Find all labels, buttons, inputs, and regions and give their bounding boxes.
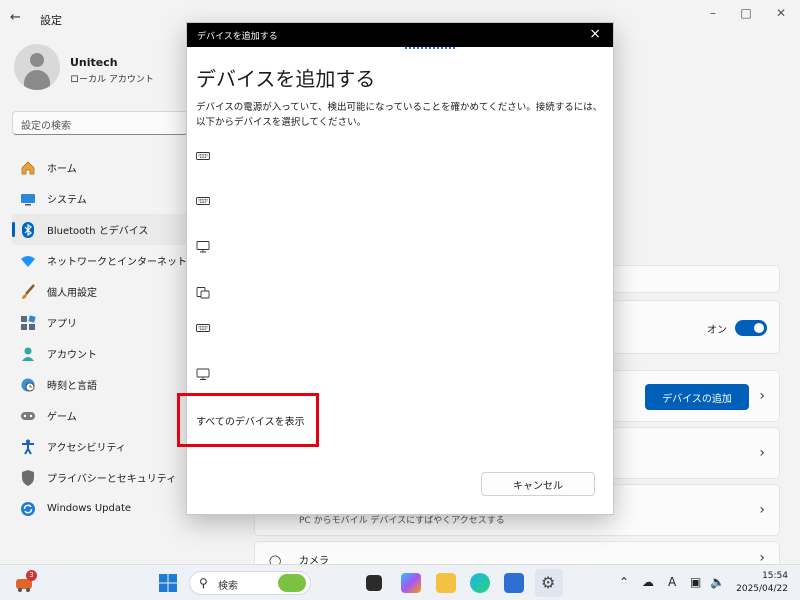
- clock-date: 2025/04/22: [736, 584, 788, 594]
- dialog-title: デバイスを追加する: [197, 32, 278, 42]
- weather-widget-icon[interactable]: 3: [14, 570, 37, 593]
- sidebar-item-apps[interactable]: アプリ: [12, 307, 188, 338]
- back-arrow-icon[interactable]: ←: [10, 10, 26, 26]
- keyboard-icon[interactable]: [196, 196, 210, 206]
- system-icon: [20, 191, 36, 207]
- sidebar-item-label: 個人用設定: [47, 288, 97, 299]
- settings-search-input[interactable]: 設定の検索: [12, 111, 188, 135]
- minimize-button[interactable]: –: [703, 6, 723, 22]
- sidebar-item-system[interactable]: システム: [12, 183, 188, 214]
- highlight-box: [177, 393, 319, 447]
- home-icon: [20, 160, 36, 176]
- bluetooth-icon: [20, 221, 36, 238]
- taskbar-search-label: 検索: [218, 581, 238, 592]
- keyboard-icon[interactable]: [196, 151, 210, 161]
- profile-account-type: ローカル アカウント: [70, 75, 154, 85]
- search-highlight-icon: [278, 574, 306, 592]
- sidebar-item-accessibility[interactable]: アクセシビリティ: [12, 431, 188, 462]
- edge-icon[interactable]: [470, 573, 490, 593]
- devices-icon[interactable]: [196, 287, 210, 299]
- sidebar-item-time-language[interactable]: 時刻と言語: [12, 369, 188, 400]
- globe-icon: [20, 377, 36, 393]
- monitor-icon[interactable]: [196, 241, 210, 253]
- sidebar-item-label: システム: [47, 195, 87, 206]
- taskbar-search[interactable]: ⚲ 検索: [189, 571, 311, 595]
- store-icon[interactable]: [504, 573, 524, 593]
- add-device-button[interactable]: デバイスの追加: [645, 384, 749, 410]
- gamepad-icon: [20, 408, 36, 424]
- clock-time: 15:54: [762, 571, 788, 581]
- dialog-heading: デバイスを追加する: [196, 67, 376, 91]
- sidebar-item-label: アクセシビリティ: [47, 443, 126, 454]
- search-icon: ⚲: [199, 576, 208, 590]
- volume-icon[interactable]: 🔈: [710, 575, 725, 589]
- brush-icon: [20, 283, 36, 300]
- sidebar-item-home[interactable]: ホーム: [12, 152, 188, 183]
- gear-icon: ⚙: [541, 573, 556, 592]
- dialog-description: デバイスの電源が入っていて、検出可能になっていることを確かめてください。接続する…: [196, 102, 603, 128]
- settings-taskbar-icon[interactable]: ⚙: [535, 569, 563, 597]
- sidebar-item-label: プライバシーとセキュリティ: [47, 474, 177, 485]
- sidebar-item-label: 時刻と言語: [47, 381, 97, 392]
- sidebar-item-label: アカウント: [47, 350, 97, 361]
- update-icon: [20, 501, 36, 517]
- apps-icon: [20, 314, 36, 331]
- avatar[interactable]: [14, 44, 60, 90]
- close-button[interactable]: ✕: [771, 6, 791, 22]
- notification-badge: 3: [26, 570, 37, 581]
- dialog-close-icon[interactable]: ×: [589, 26, 601, 42]
- sidebar-item-network[interactable]: ネットワークとインターネット: [12, 245, 188, 276]
- sidebar-item-label: Windows Update: [47, 503, 132, 514]
- network-icon[interactable]: ☁: [642, 575, 654, 589]
- sidebar-item-label: ホーム: [47, 164, 77, 175]
- active-indicator: [12, 222, 15, 237]
- task-view-icon[interactable]: [366, 575, 382, 591]
- chevron-right-icon: ›: [759, 502, 765, 518]
- profile-name: Unitech: [70, 56, 118, 69]
- sidebar-item-label: ネットワークとインターネット: [47, 257, 187, 268]
- wifi-icon: [20, 253, 36, 269]
- keyboard-icon[interactable]: [196, 323, 210, 333]
- account-icon: [20, 346, 36, 362]
- ime-icon[interactable]: A: [668, 575, 676, 589]
- chevron-right-icon: ›: [759, 388, 765, 404]
- shield-icon: [20, 469, 36, 486]
- sidebar-item-label: Bluetooth とデバイス: [47, 226, 149, 237]
- maximize-button[interactable]: □: [736, 6, 756, 22]
- sidebar-item-accounts[interactable]: アカウント: [12, 338, 188, 369]
- sidebar-item-label: ゲーム: [47, 412, 77, 423]
- clock[interactable]: 15:54 2025/04/22: [736, 570, 788, 596]
- taskbar: 3 ⚲ 検索 ⚙ ⌃ ☁ A ▣ 🔈 15:54 2025/04/22: [0, 564, 800, 600]
- dialog-title-bar: デバイスを追加する ×: [187, 23, 613, 47]
- add-device-dialog: デバイスを追加する × デバイスを追加する デバイスの電源が入っていて、検出可能…: [177, 22, 614, 515]
- copilot-icon[interactable]: [401, 573, 421, 593]
- bluetooth-toggle[interactable]: [735, 320, 767, 336]
- sidebar-item-bluetooth[interactable]: Bluetooth とデバイス: [12, 214, 188, 245]
- start-icon[interactable]: [158, 573, 178, 593]
- sidebar-nav: ホーム システム Bluetooth とデバイス ネットワークとインターネット …: [12, 152, 188, 524]
- loading-dots: [405, 47, 455, 50]
- file-explorer-icon[interactable]: [436, 573, 456, 593]
- monitor-icon[interactable]: [196, 368, 210, 381]
- display-icon[interactable]: ▣: [690, 575, 701, 589]
- bluetooth-toggle-label: オン: [707, 325, 727, 336]
- sidebar-item-label: アプリ: [47, 319, 77, 330]
- sidebar-item-windows-update[interactable]: Windows Update: [12, 493, 188, 524]
- app-title: 設定: [40, 14, 62, 27]
- cancel-button[interactable]: キャンセル: [481, 472, 595, 496]
- sidebar-item-personalization[interactable]: 個人用設定: [12, 276, 188, 307]
- chevron-up-icon[interactable]: ⌃: [619, 575, 629, 589]
- accessibility-icon: [20, 439, 36, 455]
- sidebar-item-privacy[interactable]: プライバシーとセキュリティ: [12, 462, 188, 493]
- chevron-right-icon: ›: [759, 445, 765, 461]
- sidebar-item-gaming[interactable]: ゲーム: [12, 400, 188, 431]
